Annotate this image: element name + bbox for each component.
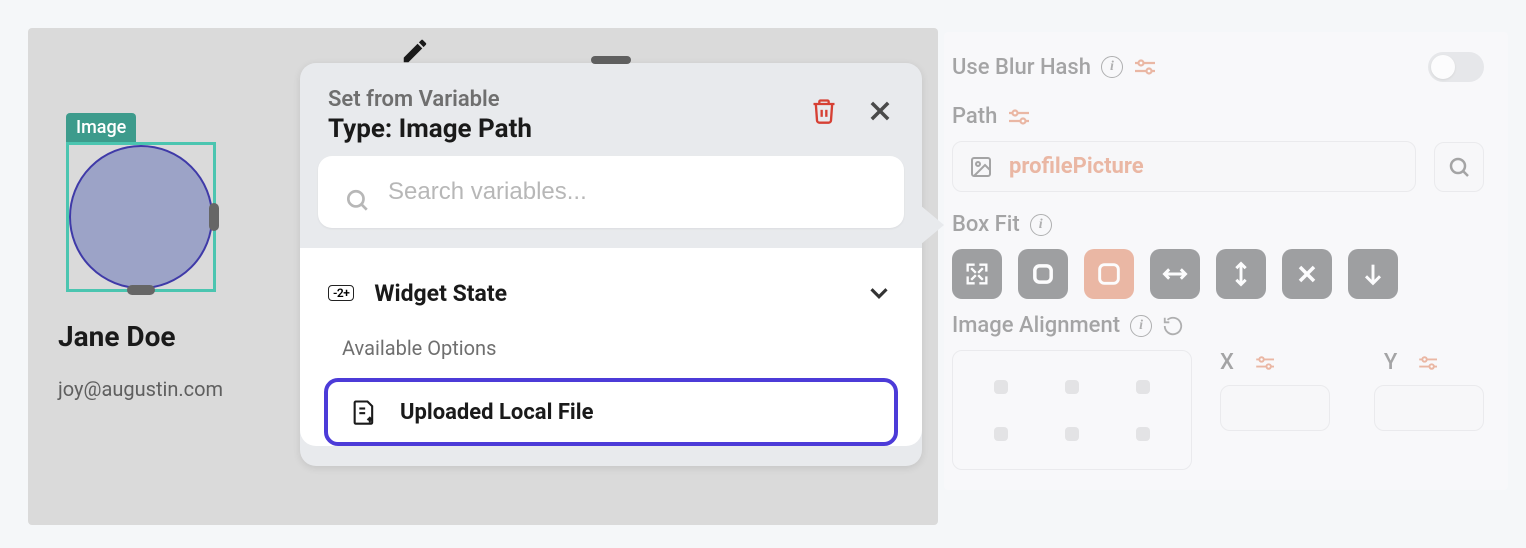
- drag-handle[interactable]: [591, 56, 631, 64]
- profile-image-container[interactable]: [66, 142, 216, 292]
- popup-title: Type: Image Path: [328, 114, 810, 144]
- align-dot[interactable]: [994, 427, 1008, 441]
- y-input[interactable]: [1374, 385, 1484, 431]
- y-label: Y: [1384, 350, 1397, 375]
- profile-email-text: joy@augustin.com: [58, 377, 288, 401]
- row-path-label: Path: [952, 104, 1484, 129]
- alignment-controls: X Y: [952, 350, 1484, 470]
- option-label: Uploaded Local File: [400, 400, 593, 425]
- path-value: profilePicture: [1009, 154, 1144, 179]
- x-input[interactable]: [1220, 385, 1330, 431]
- set-from-variable-popup: Set from Variable Type: Image Path -2+ W…: [300, 63, 922, 466]
- boxfit-fitwidth[interactable]: [1150, 249, 1200, 299]
- popup-pointer: [920, 205, 944, 245]
- row-alignment-label: Image Alignment i: [952, 313, 1484, 338]
- path-input[interactable]: profilePicture: [952, 141, 1416, 192]
- boxfit-fill[interactable]: [952, 249, 1002, 299]
- search-input[interactable]: [318, 156, 904, 228]
- profile-name-text: Jane Doe: [58, 320, 288, 353]
- settings-mini-icon[interactable]: [1417, 355, 1441, 371]
- section-widget-state[interactable]: -2+ Widget State: [300, 266, 922, 320]
- settings-mini-icon[interactable]: [1133, 58, 1159, 76]
- option-uploaded-local-file[interactable]: Uploaded Local File: [324, 378, 898, 446]
- image-element-badge: Image: [66, 113, 136, 142]
- info-icon[interactable]: i: [1030, 214, 1052, 236]
- boxfit-scaledown[interactable]: [1348, 249, 1398, 299]
- search-icon: [344, 187, 370, 213]
- info-icon[interactable]: i: [1101, 56, 1123, 78]
- section-title: Widget State: [374, 280, 844, 307]
- row-path-input: profilePicture: [952, 141, 1484, 192]
- search-wrap: [300, 156, 922, 248]
- reset-icon[interactable]: [1162, 315, 1184, 337]
- trash-icon[interactable]: [810, 97, 838, 125]
- align-dot[interactable]: [1065, 380, 1079, 394]
- settings-mini-icon[interactable]: [1254, 355, 1278, 371]
- alignment-grid[interactable]: [952, 350, 1192, 470]
- chevron-down-icon: [864, 278, 894, 308]
- section-badge: -2+: [328, 285, 354, 301]
- row-boxfit-label: Box Fit i: [952, 212, 1484, 237]
- popup-body: -2+ Widget State Available Options Uploa…: [300, 248, 922, 446]
- profile-image-circle: [69, 145, 213, 289]
- resize-handle-right[interactable]: [209, 203, 219, 231]
- properties-panel: Use Blur Hash i Path profilePicture Box …: [952, 52, 1500, 470]
- blur-hash-toggle[interactable]: [1428, 52, 1484, 82]
- image-icon: [969, 155, 993, 179]
- path-search-button[interactable]: [1434, 142, 1484, 192]
- boxfit-cover[interactable]: [1084, 249, 1134, 299]
- boxfit-contain[interactable]: [1018, 249, 1068, 299]
- popup-subtitle: Set from Variable: [328, 87, 810, 112]
- close-icon[interactable]: [866, 97, 894, 125]
- resize-handle-bottom[interactable]: [127, 285, 155, 295]
- pencil-icon[interactable]: [400, 36, 430, 66]
- profile-card: Image Jane Doe joy@augustin.com: [58, 113, 288, 401]
- popup-header: Set from Variable Type: Image Path: [300, 63, 922, 156]
- label-boxfit: Box Fit: [952, 212, 1020, 237]
- align-dot[interactable]: [1065, 427, 1079, 441]
- file-upload-icon: [350, 398, 378, 426]
- align-dot[interactable]: [994, 380, 1008, 394]
- x-label: X: [1220, 350, 1234, 375]
- label-use-blur-hash: Use Blur Hash: [952, 55, 1091, 80]
- row-use-blur-hash: Use Blur Hash i: [952, 52, 1484, 82]
- label-alignment: Image Alignment: [952, 313, 1120, 338]
- boxfit-none[interactable]: [1282, 249, 1332, 299]
- boxfit-fitheight[interactable]: [1216, 249, 1266, 299]
- info-icon[interactable]: i: [1130, 315, 1152, 337]
- label-path: Path: [952, 104, 997, 129]
- align-dot[interactable]: [1136, 380, 1150, 394]
- boxfit-options: [952, 249, 1484, 299]
- available-options-label: Available Options: [300, 320, 922, 372]
- align-dot[interactable]: [1136, 427, 1150, 441]
- settings-mini-icon[interactable]: [1007, 108, 1033, 126]
